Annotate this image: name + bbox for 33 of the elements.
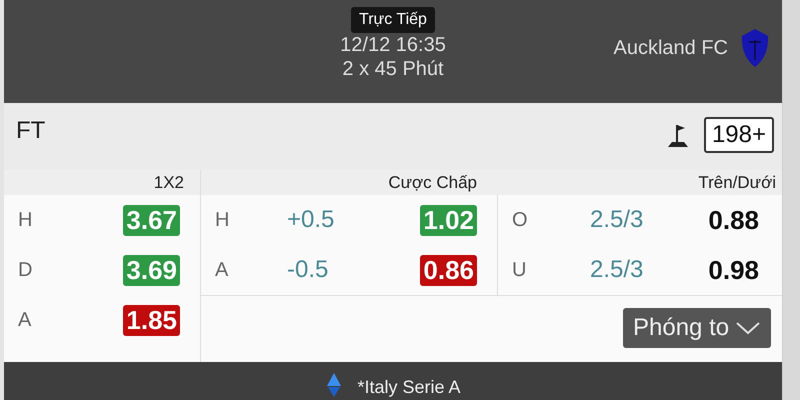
chevron-down-icon	[735, 320, 762, 336]
match-duration: 2 x 45 Phút	[342, 57, 444, 81]
shield-crest-icon	[740, 28, 770, 68]
outcome-label: H	[18, 208, 34, 232]
handicap-line: -0.5	[286, 256, 330, 284]
more-markets-button[interactable]: 198+	[704, 117, 774, 153]
live-badge: Trực Tiếp	[351, 7, 435, 33]
odds-value[interactable]: 0.86	[420, 254, 477, 286]
match-datetime: 12/12 16:35	[340, 33, 446, 57]
scrollbar[interactable]	[782, 0, 800, 400]
outcome-label: D	[18, 258, 34, 282]
league-name: *Italy Serie A	[357, 377, 461, 398]
odds-value[interactable]: 3.67	[123, 204, 180, 236]
outcome-label: O	[512, 208, 529, 232]
handicap-line: 2.5/3	[589, 256, 644, 284]
team-name: Auckland FC	[614, 36, 728, 60]
handicap-line: 2.5/3	[589, 206, 644, 234]
outcome-label: U	[512, 258, 528, 282]
market-title: Cược Chấp	[388, 172, 477, 192]
outcome-label: A	[18, 308, 32, 332]
expand-button[interactable]: Phóng to	[623, 308, 772, 348]
odds-value[interactable]: 1.85	[123, 304, 180, 336]
outcome-label: H	[215, 208, 230, 232]
handicap-line: +0.5	[286, 206, 336, 234]
odds-value[interactable]: 1.02	[420, 204, 477, 236]
market-title: Trên/Dưới	[698, 172, 776, 192]
market-title: 1X2	[154, 172, 184, 192]
odds-value[interactable]: 3.69	[123, 254, 180, 286]
odds-value[interactable]: 0.88	[705, 204, 762, 236]
outcome-label: A	[215, 258, 230, 282]
period-label: FT	[16, 117, 46, 145]
odds-value[interactable]: 0.98	[705, 254, 762, 286]
league-logo-icon	[325, 372, 344, 398]
